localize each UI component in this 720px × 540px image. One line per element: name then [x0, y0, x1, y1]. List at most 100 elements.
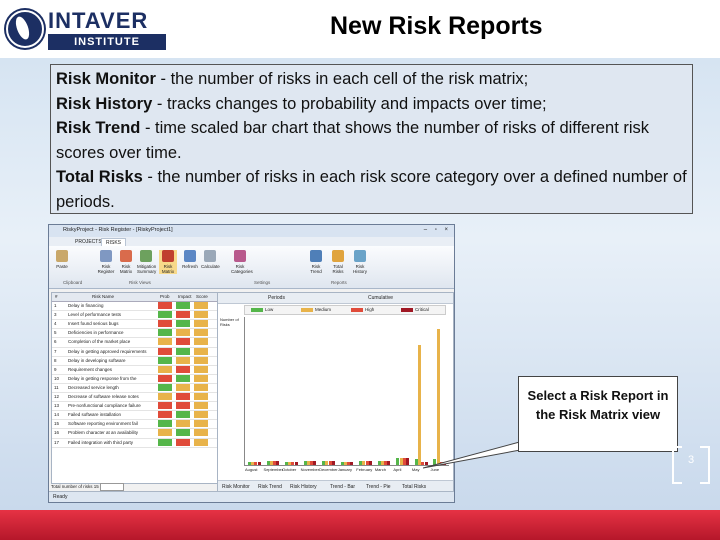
- total-icon: [332, 250, 344, 262]
- trend-icon: [310, 250, 322, 262]
- cell-prob: [158, 347, 172, 355]
- row-number: 10: [54, 375, 60, 381]
- risk-matrix-button[interactable]: Risk Matrix: [117, 250, 135, 274]
- tab-cumulative[interactable]: Cumulative: [368, 293, 393, 303]
- total-risks-button[interactable]: Total Risks: [329, 250, 347, 274]
- table-row[interactable]: 5 Deficiencies in performance: [52, 329, 217, 339]
- risk-categories-button[interactable]: Risk Categories: [231, 250, 253, 274]
- app-tabs: PROJECTS RISKS: [49, 237, 454, 247]
- table-row[interactable]: 4 Insert found serious bugs: [52, 320, 217, 330]
- cell-score: [194, 365, 208, 373]
- cell-impact: [176, 402, 190, 410]
- cell-score: [194, 338, 208, 346]
- table-row[interactable]: 15 Software reporting environment fail: [52, 420, 217, 430]
- item-risk-monitor: Risk Monitor - the number of risks in ea…: [56, 70, 529, 88]
- cell-score: [194, 302, 208, 309]
- row-number: 12: [54, 394, 60, 399]
- row-number: 16: [54, 430, 60, 436]
- legend-high: High: [351, 307, 374, 312]
- x-tick-label: October: [282, 467, 297, 472]
- chart-bar: [257, 462, 261, 465]
- table-row[interactable]: 8 Delay in developing software: [52, 356, 217, 366]
- categories-icon: [234, 250, 246, 262]
- cell-score: [194, 320, 208, 328]
- risk-chart-panel: Periods Cumulative Low Medium High Criti…: [217, 292, 454, 494]
- table-row[interactable]: 10 Delay in getting response from the: [52, 374, 217, 384]
- page-number: 3: [672, 446, 710, 486]
- cell-impact: [176, 374, 190, 382]
- grid-header: # Risk Name Prob Impact Score: [52, 293, 217, 302]
- chart-tabs: Periods Cumulative: [218, 293, 453, 304]
- table-row[interactable]: 17 Failed integration with third party: [52, 438, 217, 448]
- table-row[interactable]: 16 Problem character at an availability: [52, 429, 217, 439]
- chart-legend: Low Medium High Critical: [244, 305, 446, 315]
- cell-prob: [158, 411, 172, 419]
- cell-impact: [176, 429, 190, 437]
- cell-prob: [158, 365, 172, 373]
- cell-prob: [158, 374, 172, 382]
- chart-bar: [405, 457, 409, 465]
- row-risk-name: Deficiencies in performance: [68, 330, 124, 336]
- row-risk-name: Level of performance tests: [68, 312, 122, 318]
- row-number: 8: [54, 357, 57, 363]
- cell-prob: [158, 320, 172, 328]
- chart-bar: [368, 460, 372, 465]
- row-risk-name: Problem character at an availability: [68, 430, 139, 436]
- row-risk-name: Delay in getting response from the: [68, 375, 137, 381]
- risk-matrix-view-button[interactable]: Risk Matrix: [159, 250, 177, 274]
- logo-bottom-text: INSTITUTE: [48, 34, 166, 50]
- callout-box: Select a Risk Report in the Risk Matrix …: [518, 376, 678, 452]
- cell-prob: [158, 311, 172, 319]
- chart-bar: [313, 460, 317, 465]
- cell-impact: [176, 365, 190, 373]
- table-row[interactable]: 6 Completion of the market place: [52, 338, 217, 348]
- table-row[interactable]: 13 Pre-nonfunctional compliance failure: [52, 402, 217, 412]
- risk-count-field[interactable]: [100, 483, 125, 491]
- table-row[interactable]: 14 Failed software installation: [52, 411, 217, 421]
- item-total-risks: Total Risks - the number of risks in eac…: [56, 168, 687, 211]
- table-row[interactable]: 11 Decreased service length: [52, 383, 217, 394]
- table-row[interactable]: 3 Level of performance tests: [52, 311, 217, 321]
- window-controls[interactable]: – ▫ ×: [424, 227, 451, 233]
- calculate-button[interactable]: Calculate: [201, 250, 220, 269]
- row-risk-name: Insert found serious bugs: [68, 321, 119, 327]
- row-risk-name: Pre-nonfunctional compliance failure: [68, 403, 141, 409]
- row-risk-name: Completion of the market place: [68, 339, 131, 345]
- x-tick-label: May: [411, 467, 420, 472]
- table-row[interactable]: 9 Requirement changes: [52, 365, 217, 375]
- app-screenshot: RiskyProject - Risk Register - [RiskyPro…: [48, 224, 455, 503]
- tab-periods[interactable]: Periods: [268, 293, 285, 303]
- row-risk-name: Requirement changes: [68, 366, 113, 372]
- row-number: 5: [54, 330, 57, 336]
- slide-header: INTAVER INSTITUTE New Risk Reports: [0, 0, 720, 58]
- group-settings: Settings: [254, 280, 271, 285]
- risk-trend-button[interactable]: Risk Trend: [307, 250, 325, 274]
- cell-prob: [158, 383, 172, 391]
- cell-impact: [176, 302, 190, 309]
- cell-impact: [176, 347, 190, 355]
- legend-medium: Medium: [301, 307, 331, 312]
- risk-grid: # Risk Name Prob Impact Score 1 Delay in …: [51, 292, 218, 484]
- group-clipboard: Clipboard: [63, 280, 83, 285]
- risk-history-button[interactable]: Risk History: [351, 250, 369, 274]
- table-row[interactable]: 1 Delay in financing: [52, 302, 217, 312]
- refresh-button[interactable]: Refresh: [181, 250, 199, 269]
- chart-bar: [418, 345, 422, 465]
- row-risk-name: Failed integration with third party: [68, 439, 134, 445]
- cell-prob: [158, 302, 172, 309]
- table-row[interactable]: 7 Delay in getting approved requirements: [52, 347, 217, 357]
- x-tick-label: February: [356, 467, 373, 472]
- table-row[interactable]: 12 Decrease of software release notes: [52, 393, 217, 403]
- row-number: 17: [54, 439, 60, 445]
- row-number: 14: [54, 412, 60, 418]
- cell-prob: [158, 329, 172, 337]
- paste-button[interactable]: Paste: [53, 250, 71, 269]
- row-number: 11: [54, 384, 59, 390]
- matrix-view-icon: [162, 250, 174, 262]
- chart-bar: [387, 460, 391, 465]
- mitigation-summary-button[interactable]: Mitigation Summary: [137, 250, 156, 274]
- x-tick-label: December: [319, 467, 338, 472]
- cell-score: [194, 311, 208, 319]
- cell-impact: [176, 420, 190, 428]
- risk-register-button[interactable]: Risk Register: [97, 250, 115, 274]
